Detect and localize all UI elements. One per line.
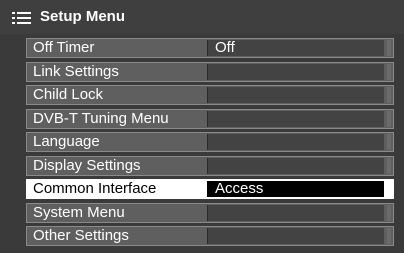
row-endcap	[387, 181, 391, 197]
menu-item-label: Off Timer	[33, 39, 95, 56]
row-endcap	[387, 63, 391, 80]
menu-item-label: Link Settings	[33, 62, 119, 80]
row-endcap	[387, 134, 391, 150]
setup-menu-panel: Setup Menu Off Timer Off Link Settings C…	[0, 0, 404, 253]
row-endcap	[387, 40, 391, 56]
menu-item-display-settings[interactable]: Display Settings	[26, 155, 394, 176]
menu-item-value: Off	[215, 39, 235, 56]
menu-title: Setup Menu	[40, 8, 125, 25]
menu-item-value-field	[207, 134, 384, 150]
menu-items: Off Timer Off Link Settings Child Lock D…	[26, 38, 394, 250]
menu-item-dvb-t-tuning-menu[interactable]: DVB-T Tuning Menu	[26, 108, 394, 129]
menu-item-value-field	[207, 157, 384, 174]
menu-item-common-interface[interactable]: Common Interface Access	[26, 179, 394, 199]
menu-item-value-field	[207, 63, 384, 80]
menu-item-value-field	[207, 228, 384, 244]
menu-header: Setup Menu	[0, 0, 404, 34]
menu-item-label: Common Interface	[33, 180, 157, 197]
menu-item-value-field	[207, 87, 384, 103]
menu-item-child-lock[interactable]: Child Lock	[26, 85, 394, 105]
menu-item-other-settings[interactable]: Other Settings	[26, 226, 394, 246]
menu-item-value-field	[207, 204, 384, 221]
menu-item-label: Display Settings	[33, 156, 141, 174]
row-endcap	[387, 110, 391, 127]
row-endcap	[387, 204, 391, 221]
menu-item-system-menu[interactable]: System Menu	[26, 202, 394, 223]
menu-item-off-timer[interactable]: Off Timer Off	[26, 38, 394, 58]
menu-item-language[interactable]: Language	[26, 132, 394, 152]
menu-item-link-settings[interactable]: Link Settings	[26, 61, 394, 82]
menu-item-value: Access	[215, 180, 264, 197]
menu-item-label: Child Lock	[33, 86, 104, 103]
menu-item-label: Language	[33, 133, 100, 150]
menu-list-icon	[12, 12, 31, 24]
menu-item-label: DVB-T Tuning Menu	[33, 109, 169, 127]
menu-item-label: Other Settings	[33, 227, 129, 244]
menu-item-label: System Menu	[33, 203, 125, 221]
row-endcap	[387, 228, 391, 244]
row-endcap	[387, 157, 391, 174]
row-endcap	[387, 87, 391, 103]
menu-item-value-field	[207, 110, 384, 127]
